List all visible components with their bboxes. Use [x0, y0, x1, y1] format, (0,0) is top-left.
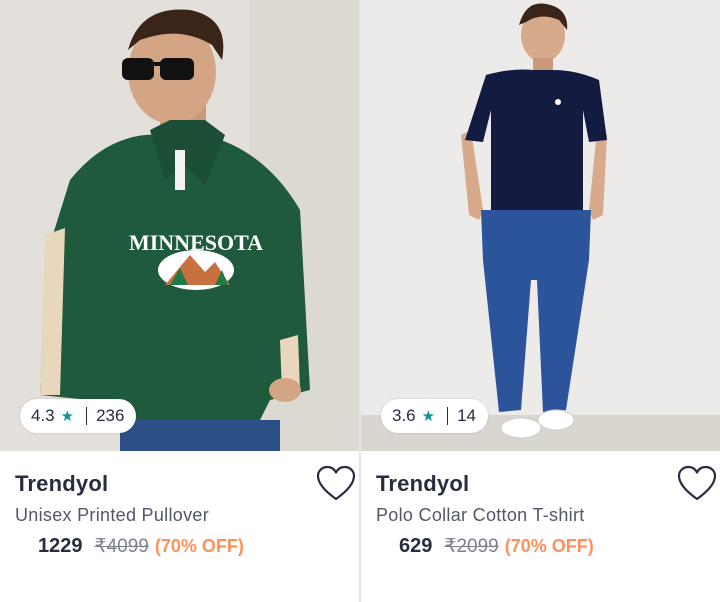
mrp-price: ₹4099: [94, 536, 149, 557]
rating-count: 236: [96, 406, 125, 425]
product-image[interactable]: [361, 0, 720, 451]
rating-value: 4.3: [31, 406, 55, 425]
rating-divider: [86, 407, 88, 425]
star-icon: ★: [60, 408, 75, 425]
product-image[interactable]: MINNESOTA: [0, 0, 359, 451]
heart-icon[interactable]: [677, 465, 717, 503]
price-row: 1229 ₹4099 (70% OFF): [38, 535, 244, 558]
rating-badge: 4.3 ★ 236: [20, 399, 137, 433]
selling-price: 629: [399, 535, 433, 557]
product-grid: MINNESOTA 4.3 ★ 236 Trendyol Unisex Prin…: [0, 0, 720, 602]
rating-divider: [447, 407, 449, 425]
selling-price: 1229: [38, 535, 83, 557]
mrp-price: ₹2099: [444, 536, 499, 557]
product-brand: Trendyol: [15, 471, 109, 496]
product-info: Trendyol Unisex Printed Pullover 1229 ₹4…: [0, 451, 359, 602]
heart-icon[interactable]: [316, 465, 356, 503]
product-card[interactable]: MINNESOTA 4.3 ★ 236 Trendyol Unisex Prin…: [0, 0, 359, 602]
product-title: Unisex Printed Pullover: [15, 505, 209, 525]
rating-value: 3.6: [392, 406, 416, 425]
price-row: 629 ₹2099 (70% OFF): [399, 535, 594, 558]
product-card[interactable]: 3.6 ★ 14 Trendyol Polo Collar Cotton T-s…: [361, 0, 720, 602]
discount-label: (70% OFF): [504, 536, 594, 556]
star-icon: ★: [421, 408, 436, 425]
discount-label: (70% OFF): [154, 536, 244, 556]
rating-badge: 3.6 ★ 14: [381, 399, 489, 433]
product-title: Polo Collar Cotton T-shirt: [376, 505, 585, 525]
product-info: Trendyol Polo Collar Cotton T-shirt 629 …: [361, 451, 720, 602]
rating-count: 14: [457, 406, 477, 425]
product-brand: Trendyol: [376, 471, 470, 496]
